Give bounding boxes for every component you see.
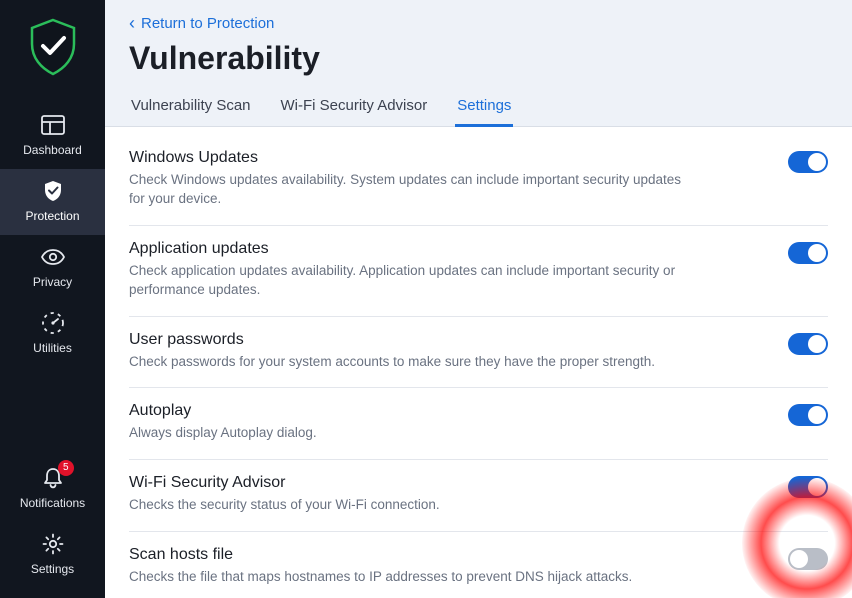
setting-desc: Check passwords for your system accounts… — [129, 353, 655, 372]
notification-badge: 5 — [58, 460, 74, 476]
setting-title: Windows Updates — [129, 149, 689, 167]
setting-row-wifi-security-advisor: Wi-Fi Security Advisor Checks the securi… — [129, 460, 828, 532]
sidebar: Dashboard Protection Privacy Utilities — [0, 0, 105, 598]
back-link[interactable]: ‹ Return to Protection — [129, 14, 274, 32]
sidebar-item-label: Utilities — [33, 341, 72, 355]
main-panel: ‹ Return to Protection Vulnerability Vul… — [105, 0, 852, 598]
toggle-user-passwords[interactable] — [788, 333, 828, 355]
toggle-windows-updates[interactable] — [788, 151, 828, 173]
sidebar-item-notifications[interactable]: 5 Notifications — [0, 456, 105, 522]
setting-row-windows-updates: Windows Updates Check Windows updates av… — [129, 137, 828, 226]
sidebar-item-settings[interactable]: Settings — [0, 522, 105, 588]
tab-wifi-security-advisor[interactable]: Wi-Fi Security Advisor — [279, 91, 430, 127]
toggle-autoplay[interactable] — [788, 404, 828, 426]
back-link-label: Return to Protection — [141, 15, 274, 32]
setting-desc: Checks the security status of your Wi-Fi… — [129, 496, 440, 515]
page-title: Vulnerability — [129, 40, 828, 77]
sidebar-item-privacy[interactable]: Privacy — [0, 235, 105, 301]
dashboard-icon — [41, 113, 65, 137]
utilities-gauge-icon — [41, 311, 65, 335]
setting-desc: Check application updates availability. … — [129, 262, 689, 300]
app-root: Dashboard Protection Privacy Utilities — [0, 0, 852, 598]
sidebar-item-label: Settings — [31, 562, 74, 576]
setting-title: Application updates — [129, 240, 689, 258]
sidebar-item-label: Protection — [25, 209, 79, 223]
setting-row-application-updates: Application updates Check application up… — [129, 226, 828, 317]
sidebar-nav: Dashboard Protection Privacy Utilities — [0, 103, 105, 367]
toggle-scan-hosts-file[interactable] — [788, 548, 828, 570]
gear-icon — [42, 532, 64, 556]
sidebar-item-label: Notifications — [20, 496, 85, 510]
setting-title: User passwords — [129, 331, 655, 349]
tab-settings[interactable]: Settings — [455, 91, 513, 127]
setting-row-scan-hosts-file: Scan hosts file Checks the file that map… — [129, 532, 828, 598]
sidebar-item-label: Dashboard — [23, 143, 82, 157]
settings-content: Windows Updates Check Windows updates av… — [105, 127, 852, 598]
sidebar-item-dashboard[interactable]: Dashboard — [0, 103, 105, 169]
toggle-wifi-security-advisor[interactable] — [788, 476, 828, 498]
sidebar-item-protection[interactable]: Protection — [0, 169, 105, 235]
setting-row-user-passwords: User passwords Check passwords for your … — [129, 317, 828, 389]
bell-icon: 5 — [42, 466, 64, 490]
page-header: ‹ Return to Protection Vulnerability Vul… — [105, 0, 852, 127]
app-logo-shield-icon — [28, 18, 78, 81]
setting-desc: Check Windows updates availability. Syst… — [129, 171, 689, 209]
setting-desc: Always display Autoplay dialog. — [129, 424, 317, 443]
tab-bar: Vulnerability Scan Wi-Fi Security Adviso… — [129, 91, 828, 126]
setting-title: Autoplay — [129, 402, 317, 420]
eye-icon — [40, 245, 66, 269]
setting-desc: Checks the file that maps hostnames to I… — [129, 568, 632, 587]
tab-vulnerability-scan[interactable]: Vulnerability Scan — [129, 91, 253, 127]
setting-row-autoplay: Autoplay Always display Autoplay dialog. — [129, 388, 828, 460]
sidebar-item-label: Privacy — [33, 275, 72, 289]
chevron-left-icon: ‹ — [129, 14, 135, 32]
shield-icon — [43, 179, 63, 203]
sidebar-bottom: 5 Notifications Settings — [0, 456, 105, 588]
toggle-application-updates[interactable] — [788, 242, 828, 264]
setting-title: Wi-Fi Security Advisor — [129, 474, 440, 492]
setting-title: Scan hosts file — [129, 546, 632, 564]
sidebar-item-utilities[interactable]: Utilities — [0, 301, 105, 367]
